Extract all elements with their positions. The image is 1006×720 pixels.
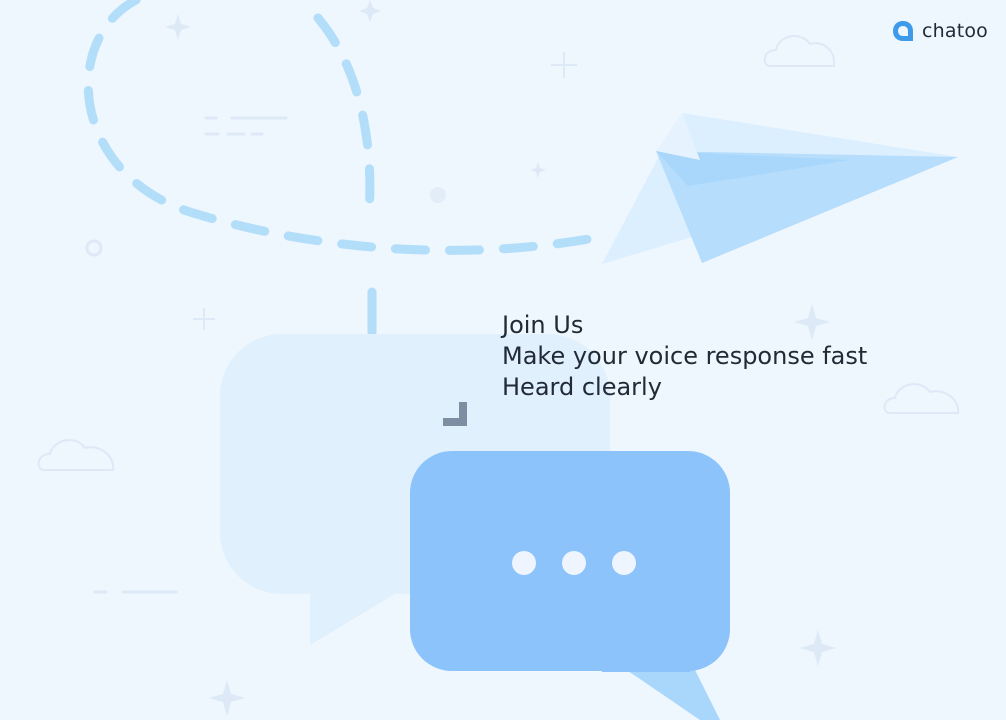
- hero-line-voice: Make your voice response fast: [502, 342, 868, 370]
- typing-dots-icon: [512, 551, 636, 575]
- typing-dot: [562, 551, 586, 575]
- typing-dot: [512, 551, 536, 575]
- brand-name: chatoo: [921, 20, 988, 42]
- plus-sparkle-icon: [193, 52, 577, 330]
- hero-text: Join Us Make your voice response fast He…: [502, 310, 867, 403]
- flight-path-dashed: [83, 0, 605, 255]
- hero-line-join: Join Us: [502, 311, 584, 339]
- brand-logo[interactable]: chatoo: [892, 20, 988, 42]
- join-us-splash: chatoo Join Us Make your voice response …: [0, 0, 1006, 720]
- chat-bubble-icon: [410, 451, 730, 720]
- chat-bubble-logo-icon: [892, 21, 913, 41]
- typing-dot: [612, 551, 636, 575]
- paper-plane-icon: [602, 113, 958, 264]
- hero-line-heard: Heard clearly: [502, 373, 662, 401]
- corner-bracket-icon: [443, 402, 467, 426]
